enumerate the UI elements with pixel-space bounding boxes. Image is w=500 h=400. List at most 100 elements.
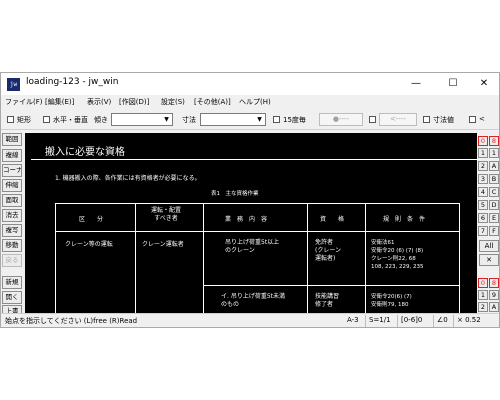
table-cell: 安衛令20(6) (7) 安衛則79, 180 — [371, 294, 412, 308]
paper-size[interactable]: A-3 — [347, 316, 359, 324]
menu-draw[interactable]: [作図(D)] — [119, 97, 149, 107]
table-cell: 吊り上げ荷重5t以上 のクレーン — [225, 239, 280, 254]
layer-group-button-9[interactable]: 9 — [489, 290, 499, 300]
dim-combo[interactable]: ▼ — [200, 113, 266, 126]
table-row-separator — [203, 285, 459, 286]
group-button-8[interactable]: 8 — [489, 136, 499, 146]
layer-group-button-2[interactable]: 2 — [478, 302, 488, 312]
table-border-top — [55, 203, 459, 204]
status-bar: 始点を指示してください (L)free (R)Read A-3 S=1/1 [0… — [1, 313, 499, 327]
group-button-f[interactable]: F — [489, 226, 499, 236]
chevron-down-icon: ▼ — [164, 116, 169, 123]
table-header: 資 格 — [320, 216, 345, 223]
group-button-d[interactable]: D — [489, 200, 499, 210]
status-separator — [453, 315, 454, 327]
lt-label: < — [479, 115, 485, 123]
tool-move[interactable]: 移動 — [2, 239, 22, 252]
table-header: 運転・配置 すべき者 — [151, 207, 182, 222]
layer-group-button-8[interactable]: 8 — [489, 278, 499, 288]
menu-other[interactable]: [その他(A)] — [194, 97, 231, 107]
group-button-c[interactable]: C — [489, 187, 499, 197]
tilt-combo[interactable]: ▼ — [111, 113, 173, 126]
layer-button-7[interactable]: 7 — [478, 226, 488, 236]
close-button[interactable]: ✕ — [469, 73, 499, 95]
scale-indicator[interactable]: S=1/1 — [369, 316, 391, 324]
drawing-canvas[interactable]: 搬入に必要な資格 1. 機器搬入の際、各作業には有資格者が必要になる。 表1 主… — [25, 133, 477, 313]
dimval-checkbox[interactable] — [423, 116, 430, 123]
arrow-mode-button[interactable]: <---- — [379, 113, 417, 126]
group-button-9[interactable]: 1 — [489, 148, 499, 158]
table-cell: クレーン運転者 — [142, 241, 184, 248]
app-icon: jw — [7, 78, 20, 91]
table-column-divider — [135, 203, 136, 313]
tool-erase[interactable]: 消去 — [2, 209, 22, 222]
point-mode-button[interactable]: ●---- — [319, 113, 363, 126]
layer-indicator[interactable]: [0-6]0 — [401, 316, 422, 324]
maximize-button[interactable]: ☐ — [438, 73, 468, 95]
hv-label: 水平・垂直 — [53, 116, 88, 124]
tool-stretch[interactable]: 伸縮 — [2, 179, 22, 192]
status-separator — [365, 315, 366, 327]
rect-checkbox[interactable] — [7, 116, 14, 123]
tool-undo[interactable]: 戻る — [2, 254, 22, 267]
document-title: 搬入に必要な資格 — [45, 147, 125, 158]
chevron-down-icon: ▼ — [257, 116, 262, 123]
table-header: 業 務 内 容 — [225, 216, 268, 223]
group-button-e[interactable]: E — [489, 213, 499, 223]
fifteen-degree-checkbox[interactable] — [273, 116, 280, 123]
tilt-label: 傾き — [94, 116, 108, 124]
rect-label: 矩形 — [17, 116, 31, 124]
layer-button-5[interactable]: 5 — [478, 200, 488, 210]
title-underline — [31, 159, 477, 160]
table-column-divider — [365, 203, 366, 313]
layer-button-0[interactable]: 0 — [478, 136, 488, 146]
layer-button-3[interactable]: 3 — [478, 174, 488, 184]
tool-chamfer[interactable]: 面取 — [2, 194, 22, 207]
layer-button-2[interactable]: 2 — [478, 161, 488, 171]
tool-open[interactable]: 開く — [2, 291, 22, 304]
layer-button-4[interactable]: 4 — [478, 187, 488, 197]
group-button-b[interactable]: B — [489, 174, 499, 184]
dim-label: 寸法 — [182, 116, 196, 124]
layer-button-1[interactable]: 1 — [478, 148, 488, 158]
arrow-checkbox[interactable] — [369, 116, 376, 123]
menu-settings[interactable]: 設定(S) — [161, 97, 185, 107]
status-separator — [433, 315, 434, 327]
table-cell: 安衛法61 安衛令20 (6) (7) (8) クレーン則22, 68 108,… — [371, 240, 424, 270]
minimize-button[interactable]: — — [401, 73, 431, 95]
table-cell: イ. 吊り上げ荷重5t未満 のもの — [221, 293, 285, 308]
menu-bar: ファイル(F) [編集(E)] 表示(V) [作図(D)] 設定(S) [その他… — [1, 95, 499, 110]
table-caption: 表1 主な資格作業 — [211, 191, 259, 197]
layer-group-button-a[interactable]: A — [489, 302, 499, 312]
window-title: loading-123 - jw_win — [26, 77, 119, 87]
menu-help[interactable]: ヘルプ(H) — [239, 97, 271, 107]
tool-range[interactable]: 範囲 — [2, 133, 22, 146]
layer-group-button-0[interactable]: 0 — [478, 278, 488, 288]
hv-checkbox[interactable] — [43, 116, 50, 123]
table-header-separator — [55, 231, 459, 232]
menu-file[interactable]: ファイル(F) — [5, 97, 43, 107]
angle-indicator[interactable]: ∠0 — [437, 316, 448, 324]
cross-icon[interactable]: ✕ — [479, 254, 499, 266]
tool-corner[interactable]: コーナー — [2, 164, 22, 177]
status-separator — [397, 315, 398, 327]
dimval-label: 寸法値 — [433, 116, 454, 124]
tool-copy[interactable]: 複写 — [2, 224, 22, 237]
menu-view[interactable]: 表示(V) — [87, 97, 111, 107]
layer-button-6[interactable]: 6 — [478, 213, 488, 223]
zoom-indicator[interactable]: × 0.52 — [457, 316, 481, 324]
fifteen-degree-label: 15度毎 — [283, 116, 306, 124]
table-header: 規 則 条 件 — [383, 216, 426, 223]
tool-parallel[interactable]: 複線 — [2, 149, 22, 162]
table-column-divider — [307, 203, 308, 313]
lt-checkbox[interactable] — [469, 116, 476, 123]
table-cell: 技能講習 修了者 — [315, 293, 340, 308]
tool-new[interactable]: 新規 — [2, 276, 22, 289]
group-button-a[interactable]: A — [489, 161, 499, 171]
jw-win-window: jw loading-123 - jw_win — ☐ ✕ ファイル(F) [編… — [0, 72, 500, 328]
menu-edit[interactable]: [編集(E)] — [45, 97, 74, 107]
title-bar: jw loading-123 - jw_win — ☐ ✕ — [1, 73, 499, 95]
all-layers-button[interactable]: All — [479, 240, 499, 252]
layer-group-button-1[interactable]: 1 — [478, 290, 488, 300]
table-header: 区 分 — [79, 216, 104, 223]
